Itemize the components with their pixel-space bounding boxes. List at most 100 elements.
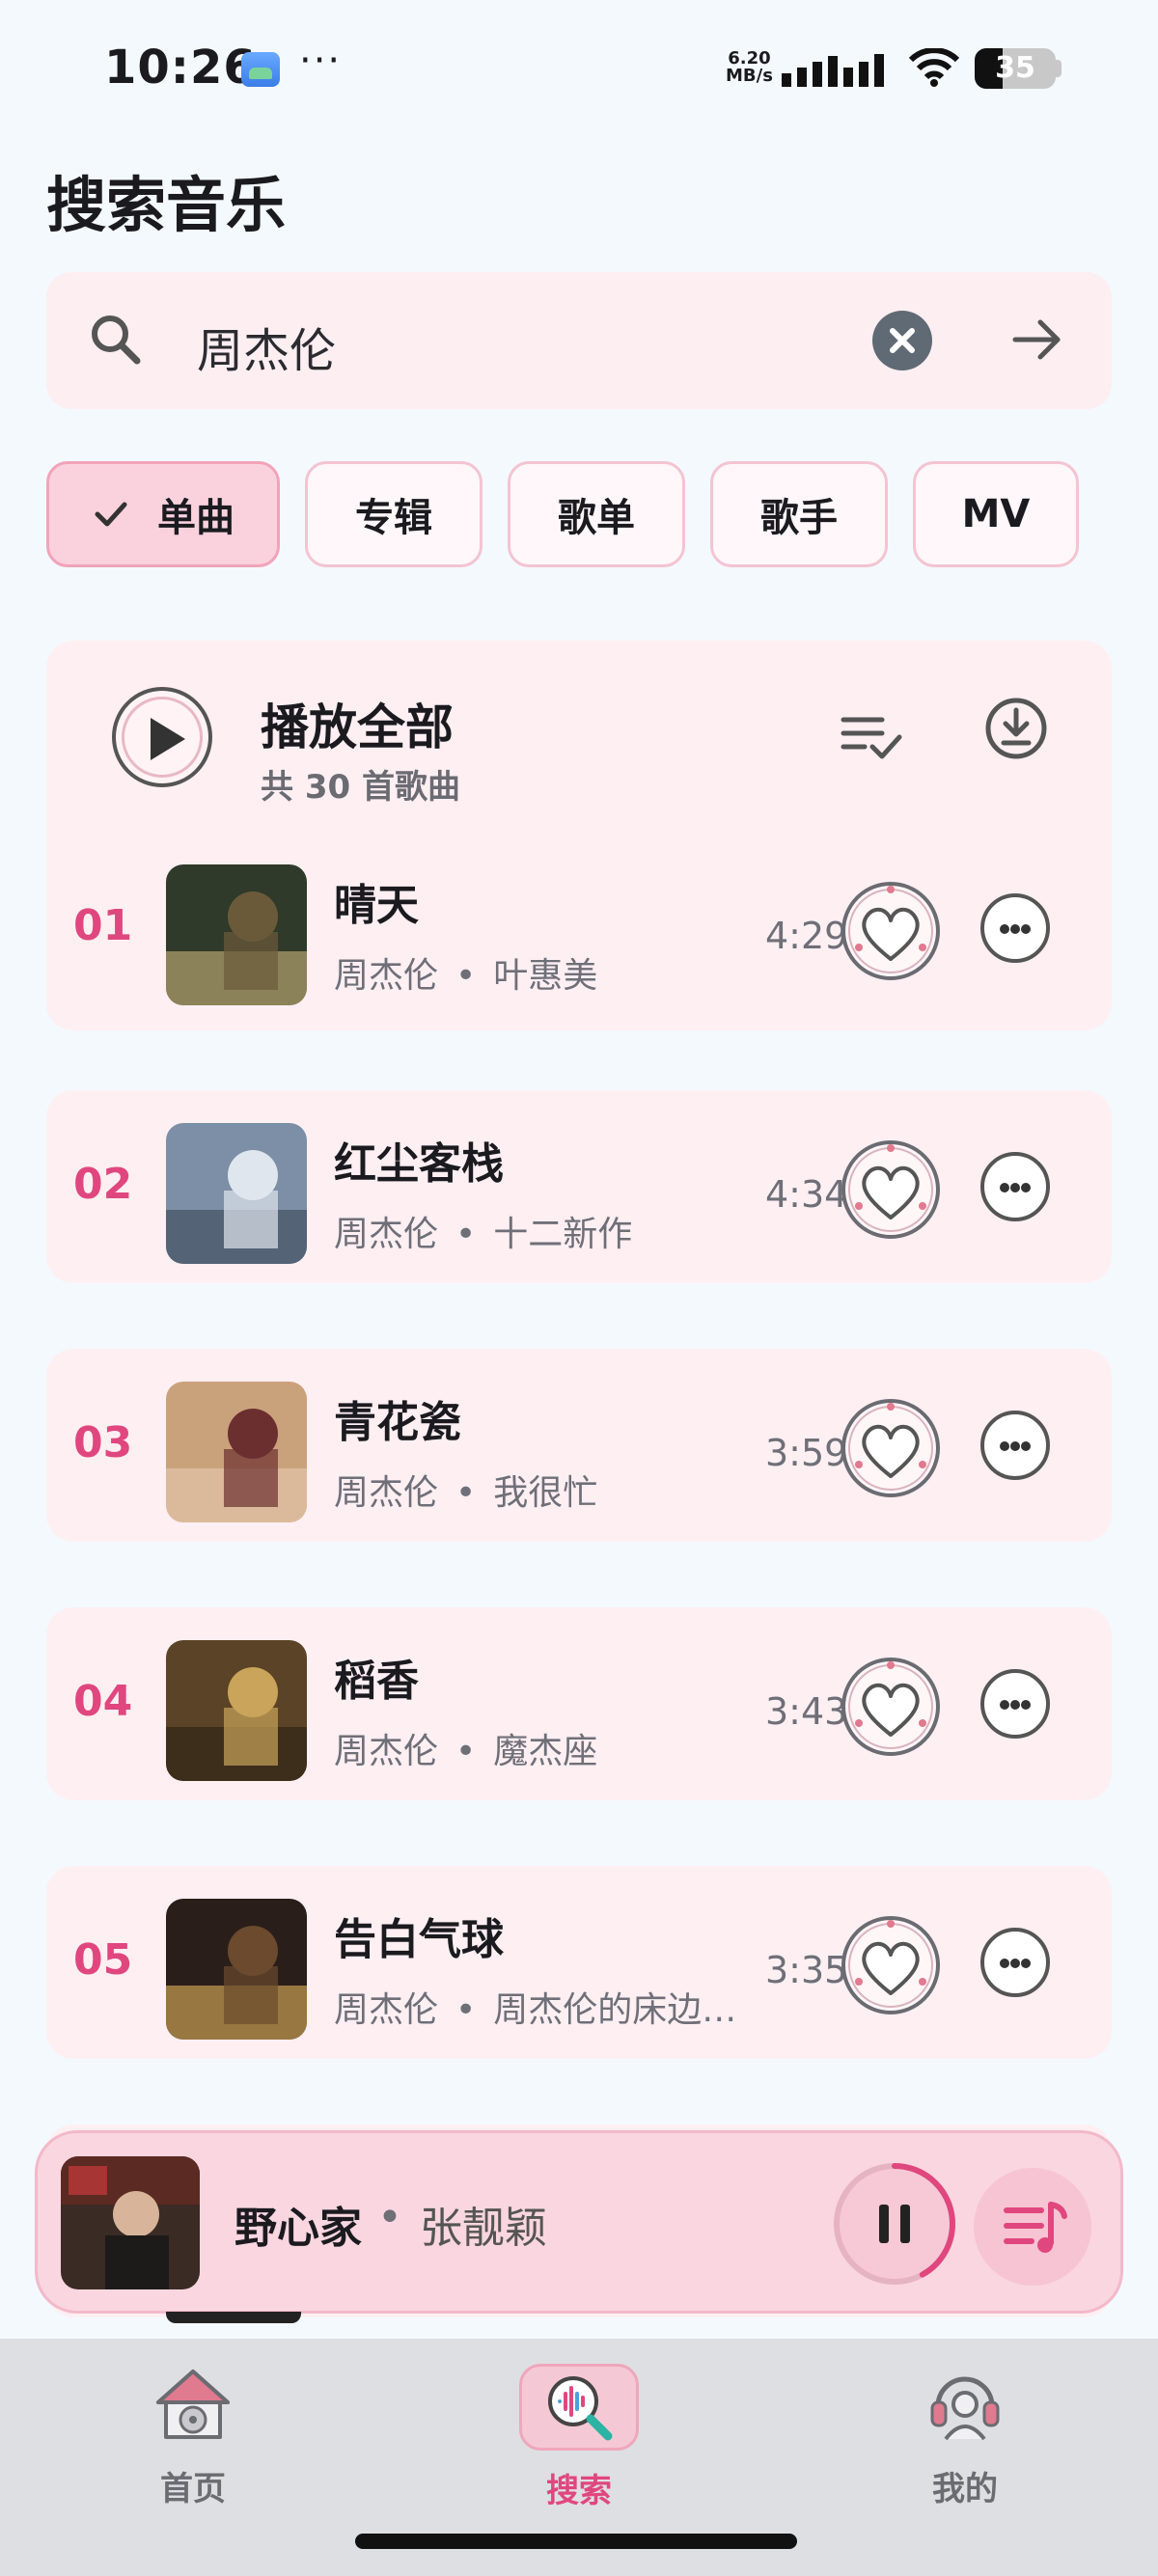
wifi-icon	[909, 48, 959, 87]
song-album: 周杰伦的床边…	[493, 1990, 737, 2030]
song-duration: 3:35	[765, 1949, 848, 1991]
song-meta: 周杰伦 • 周杰伦的床边…	[334, 1982, 736, 2032]
song-index: 03	[73, 1418, 133, 1467]
song-duration: 3:43	[765, 1690, 848, 1733]
more-options-button[interactable]	[980, 1928, 1050, 1997]
song-title: 告白气球	[334, 1915, 504, 1964]
song-title: 红尘客栈	[334, 1139, 504, 1189]
song-album: 十二新作	[493, 1215, 633, 1254]
meta-separator: •	[455, 956, 477, 996]
meta-separator: •	[455, 1215, 477, 1254]
more-options-button[interactable]	[980, 893, 1050, 963]
now-playing-artist: 张靓颖	[420, 2204, 547, 2253]
song-row[interactable]: 02 红尘客栈 周杰伦 • 十二新作 4:34	[46, 1090, 1112, 1283]
profile-headphones-icon	[930, 2376, 1000, 2441]
song-row[interactable]: 03 青花瓷 周杰伦 • 我很忙 3:59	[46, 1349, 1112, 1542]
more-options-button[interactable]	[980, 1411, 1050, 1480]
page-title: 搜索音乐	[46, 170, 287, 240]
battery-icon: 35	[975, 48, 1056, 89]
song-artist: 周杰伦	[334, 956, 439, 996]
song-cover	[166, 1382, 307, 1522]
more-notifications-icon: ···	[299, 39, 343, 83]
play-all-header: 播放全部 共 30 首歌曲	[46, 641, 1112, 839]
song-meta: 周杰伦 • 十二新作	[334, 1206, 632, 1256]
home-indicator	[355, 2534, 797, 2549]
search-input[interactable]: 周杰伦	[197, 313, 336, 380]
battery-tip	[1056, 60, 1062, 77]
song-row[interactable]: 04 稻香 周杰伦 • 魔杰座 3:43	[46, 1607, 1112, 1800]
heart-icon[interactable]	[840, 1397, 942, 1499]
multi-select-icon[interactable]	[840, 712, 903, 762]
song-cover	[166, 1640, 307, 1781]
play-all-title: 播放全部	[261, 699, 454, 755]
song-artist: 周杰伦	[334, 1473, 439, 1513]
song-artist: 周杰伦	[334, 1990, 439, 2030]
gallery-app-icon	[241, 52, 280, 87]
now-playing-cover	[61, 2156, 200, 2289]
song-meta: 周杰伦 • 叶惠美	[334, 947, 597, 998]
filter-chip-artist[interactable]: 歌手	[710, 461, 888, 567]
search-icon	[92, 315, 141, 365]
song-duration: 4:29	[765, 915, 848, 957]
meta-separator: •	[455, 1990, 477, 2030]
song-album: 魔杰座	[493, 1732, 598, 1771]
playlist-button[interactable]	[974, 2168, 1091, 2286]
more-options-button[interactable]	[980, 1152, 1050, 1221]
song-duration: 4:34	[765, 1173, 848, 1216]
meta-separator: •	[455, 1732, 477, 1771]
song-count: 共 30 首歌曲	[261, 768, 460, 807]
clear-search-button[interactable]	[872, 311, 932, 370]
meta-separator: •	[455, 1473, 477, 1513]
playlist-icon	[1004, 2202, 1067, 2253]
status-bar: 10:26 ··· 6.20 MB/s 35	[0, 0, 1158, 135]
song-title: 青花瓷	[334, 1398, 461, 1447]
now-playing-title: 野心家	[234, 2204, 362, 2253]
heart-icon[interactable]	[840, 1914, 942, 2016]
now-playing-separator: •	[377, 2193, 402, 2242]
network-speed: 6.20 MB/s	[726, 48, 773, 86]
song-index: 01	[73, 901, 133, 950]
song-title: 晴天	[334, 881, 419, 930]
status-time: 10:26	[104, 41, 257, 95]
heart-icon[interactable]	[840, 880, 942, 982]
song-index: 02	[73, 1160, 133, 1209]
close-icon	[890, 328, 915, 353]
heart-icon[interactable]	[840, 1656, 942, 1758]
search-music-icon	[548, 2376, 613, 2441]
song-cover	[166, 864, 307, 1005]
heart-icon[interactable]	[840, 1138, 942, 1241]
song-duration: 3:59	[765, 1432, 848, 1474]
filter-chip-single[interactable]: 单曲	[46, 461, 280, 567]
arrow-right-icon[interactable]	[1006, 309, 1067, 370]
home-icon	[156, 2370, 230, 2439]
pause-button[interactable]	[831, 2160, 958, 2288]
more-options-button[interactable]	[980, 1669, 1050, 1739]
song-index: 04	[73, 1677, 133, 1726]
song-album: 我很忙	[493, 1473, 598, 1513]
cellular-signal-icon	[782, 54, 884, 87]
nav-profile[interactable]: 我的	[868, 2364, 1062, 2509]
nav-home[interactable]: 首页	[96, 2364, 290, 2509]
song-album: 叶惠美	[493, 956, 598, 996]
song-artist: 周杰伦	[334, 1732, 439, 1771]
search-bar[interactable]: 周杰伦	[46, 272, 1112, 409]
download-icon[interactable]	[982, 695, 1050, 762]
song-title: 稻香	[334, 1657, 419, 1706]
song-meta: 周杰伦 • 魔杰座	[334, 1723, 597, 1773]
nav-search[interactable]: 搜索	[482, 2364, 676, 2511]
song-cover	[166, 1123, 307, 1264]
song-artist: 周杰伦	[334, 1215, 439, 1254]
check-icon	[95, 502, 127, 527]
list-peek	[166, 2312, 301, 2323]
song-meta: 周杰伦 • 我很忙	[334, 1465, 597, 1515]
song-row[interactable]: 01 晴天 周杰伦 • 叶惠美 4:29	[46, 832, 1112, 1030]
play-all-button[interactable]	[112, 687, 212, 787]
song-index: 05	[73, 1935, 133, 1985]
filter-chip-mv[interactable]: MV	[913, 461, 1079, 567]
song-row[interactable]: 05 告白气球 周杰伦 • 周杰伦的床边… 3:35	[46, 1866, 1112, 2059]
filter-chip-playlist[interactable]: 歌单	[508, 461, 685, 567]
play-icon	[151, 718, 185, 760]
mini-player[interactable]: 野心家 • 张靓颖	[35, 2130, 1123, 2314]
song-cover	[166, 1899, 307, 2040]
filter-chip-album[interactable]: 专辑	[305, 461, 482, 567]
